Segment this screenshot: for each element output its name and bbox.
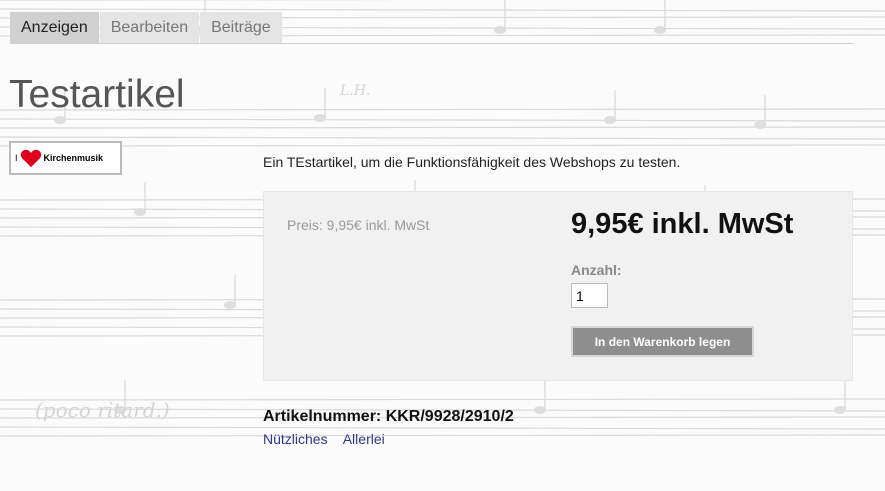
kirchenmusik-logo: I Kirchenmusik [9,141,122,175]
add-to-cart-button[interactable]: In den Warenkorb legen [571,326,754,357]
page-title: Testartikel [9,73,185,116]
tab-divider [10,43,853,44]
tag-link-allerlei[interactable]: Allerlei [343,431,385,447]
product-description: Ein TEstartikel, um die Funktionsfähigke… [263,154,681,170]
heart-icon [20,149,41,168]
tab-bar: Anzeigen Bearbeiten Beiträge [10,12,283,43]
tab-anzeigen[interactable]: Anzeigen [10,12,99,43]
article-number: Artikelnummer: KKR/9928/2910/2 [263,408,514,425]
tag-links: Nützliches Allerlei [263,431,397,447]
logo-prefix: I [15,153,18,163]
quantity-input[interactable] [571,283,608,308]
price-label-small: Preis: 9,95€ inkl. MwSt [287,217,430,233]
tag-link-nuetzliches[interactable]: Nützliches [263,431,328,447]
quantity-label: Anzahl: [571,262,622,278]
price-display: 9,95€ inkl. MwSt [571,208,794,240]
logo-text: Kirchenmusik [43,153,104,163]
tab-beitraege[interactable]: Beiträge [200,12,282,43]
price-panel: Preis: 9,95€ inkl. MwSt 9,95€ inkl. MwSt… [263,191,853,381]
tab-bearbeiten[interactable]: Bearbeiten [99,12,200,43]
